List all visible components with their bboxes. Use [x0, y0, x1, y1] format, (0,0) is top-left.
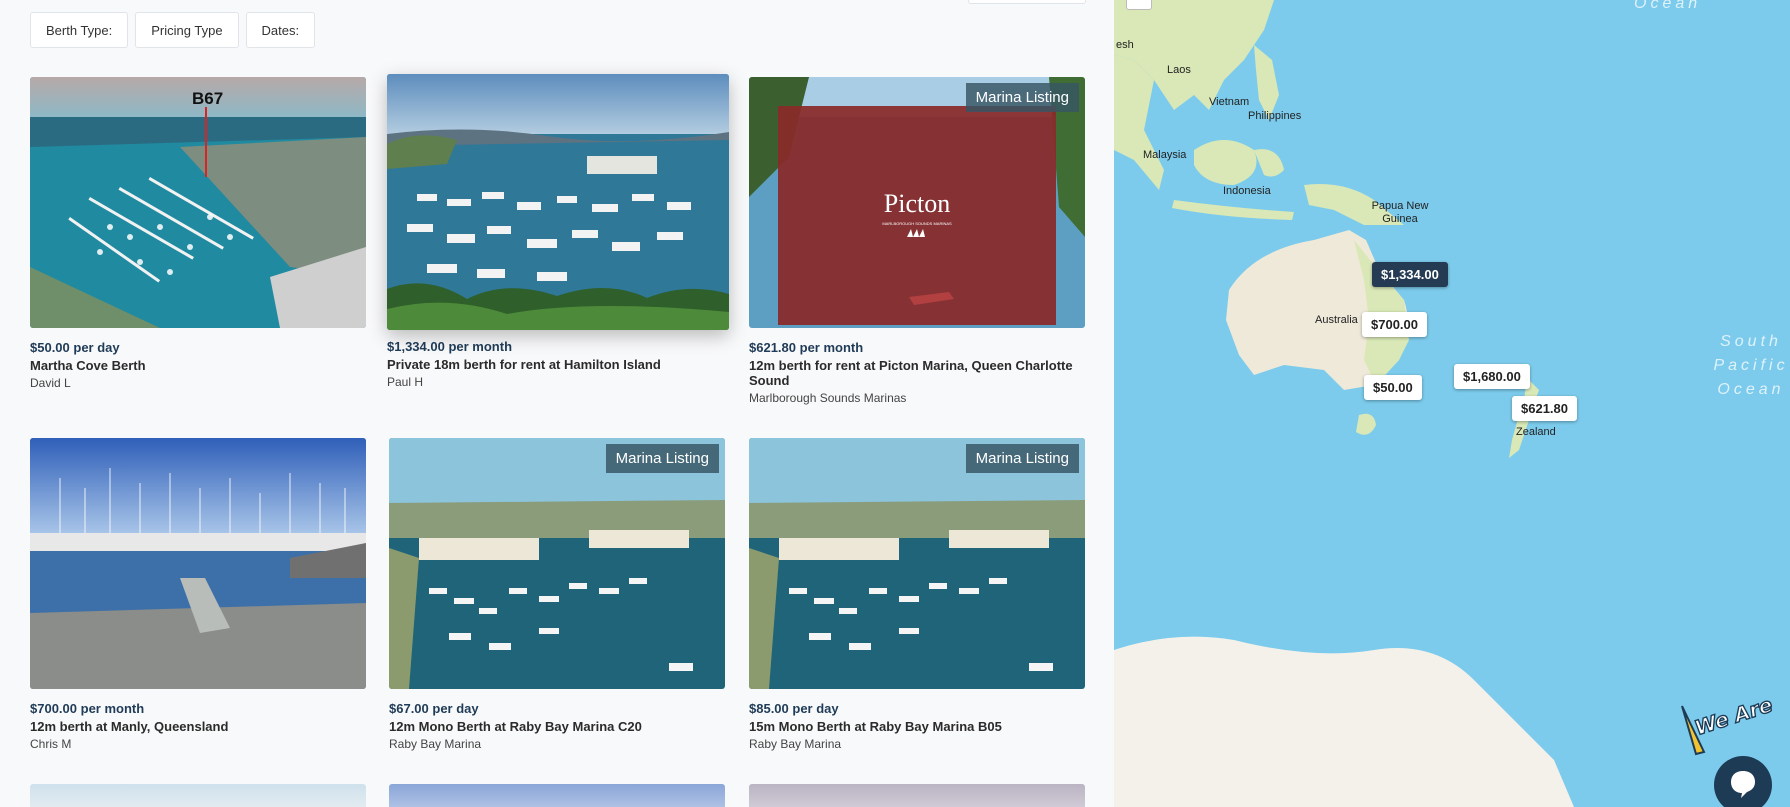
listing-title[interactable]: Martha Cove Berth	[30, 358, 366, 373]
picton-logo-text: Picton	[884, 189, 950, 218]
listing-photo[interactable]: Marina Listing	[389, 438, 725, 689]
hamilton-island-image	[387, 74, 729, 330]
listing-price: $67.00 per day	[389, 701, 479, 716]
listing-owner: Paul H	[387, 375, 424, 389]
listing-title[interactable]: 12m Mono Berth at Raby Bay Marina C20	[389, 719, 725, 734]
we-are-here-badge[interactable]: We Are Here!	[1676, 696, 1776, 768]
map-label-indonesia: Indonesia	[1223, 185, 1271, 197]
chat-button[interactable]	[1714, 756, 1772, 807]
listing-card[interactable]: Marina Listing $67.00 per day 12m Mono B…	[389, 438, 725, 751]
listing-card-partial[interactable]	[389, 784, 725, 807]
marina-aerial-image: B67	[30, 77, 366, 328]
price-pin[interactable]: $1,680.00	[1454, 364, 1530, 389]
listing-card[interactable]: Picton MARLBOROUGH SOUNDS MARINAS Marina…	[749, 77, 1085, 405]
picton-marina-image: Picton MARLBOROUGH SOUNDS MARINAS	[749, 77, 1085, 328]
map-label-papua-new-guinea: Papua New Guinea	[1371, 200, 1429, 225]
listing-card[interactable]: $1,334.00 per month Private 18m berth fo…	[387, 74, 729, 389]
marina-listing-badge: Marina Listing	[605, 444, 719, 473]
listing-photo[interactable]: Picton MARLBOROUGH SOUNDS MARINAS Marina…	[749, 77, 1085, 328]
listing-owner: Marlborough Sounds Marinas	[749, 391, 907, 405]
map-pane[interactable]: esh Laos Vietnam Philippines Malaysia In…	[1114, 0, 1790, 807]
map-label-australia: Australia	[1315, 314, 1358, 326]
svg-text:MARLBOROUGH SOUNDS MARINAS: MARLBOROUGH SOUNDS MARINAS	[882, 221, 952, 226]
listing-card-partial[interactable]	[30, 784, 366, 807]
listing-card[interactable]: Marina Listing $85.00 per day 15m Mono B…	[749, 438, 1085, 751]
manly-marina-image	[30, 438, 366, 689]
listings-pane: Berth Type: Pricing Type Dates: B67 $50.…	[0, 0, 1114, 807]
raby-bay-image	[389, 438, 725, 689]
pricing-type-filter[interactable]: Pricing Type	[135, 12, 239, 48]
listing-price: $700.00 per month	[30, 701, 145, 716]
map-label-bangladesh: esh	[1116, 39, 1134, 51]
map-background	[1114, 0, 1790, 807]
price-pin[interactable]: $50.00	[1364, 375, 1422, 400]
marina-listing-badge: Marina Listing	[965, 444, 1079, 473]
map-label-vietnam: Vietnam	[1209, 96, 1250, 108]
filter-bar: Berth Type: Pricing Type Dates:	[30, 12, 316, 48]
price-pin[interactable]: $700.00	[1362, 312, 1427, 337]
map-zoom-control[interactable]	[1126, 0, 1152, 10]
map-label-ocean: Ocean	[1634, 0, 1702, 12]
we-are-here-text: We Are Here!	[1692, 696, 1776, 740]
berth-type-filter[interactable]: Berth Type:	[30, 12, 129, 48]
map-label-philippines: Philippines	[1248, 110, 1302, 122]
listing-price: $50.00 per day	[30, 340, 120, 355]
listing-owner: Raby Bay Marina	[389, 737, 482, 751]
listing-photo[interactable]: Marina Listing	[749, 438, 1085, 689]
listing-title[interactable]: 12m berth at Manly, Queensland	[30, 719, 366, 734]
listing-card[interactable]: B67 $50.00 per day Martha Cove Berth Dav…	[30, 77, 366, 390]
listing-price: $1,334.00 per month	[387, 339, 513, 354]
listing-owner: Chris M	[30, 737, 72, 751]
listing-owner: Raby Bay Marina	[749, 737, 842, 751]
app-root: Berth Type: Pricing Type Dates: B67 $50.…	[0, 0, 1790, 807]
map-label-malaysia: Malaysia	[1143, 149, 1187, 161]
listing-title[interactable]: 15m Mono Berth at Raby Bay Marina B05	[749, 719, 1085, 734]
listing-card-partial[interactable]	[749, 784, 1085, 807]
photo-caption: B67	[192, 89, 223, 108]
sort-dropdown[interactable]	[968, 0, 1086, 4]
listing-title[interactable]: Private 18m berth for rent at Hamilton I…	[387, 357, 729, 372]
price-pin[interactable]: $621.80	[1512, 396, 1577, 421]
map-label-new-zealand: Zealand	[1516, 426, 1556, 438]
price-pin-active[interactable]: $1,334.00	[1372, 262, 1448, 287]
listing-photo[interactable]: B67	[30, 77, 366, 328]
map-label-laos: Laos	[1167, 64, 1191, 76]
listing-card[interactable]: $700.00 per month 12m berth at Manly, Qu…	[30, 438, 366, 751]
listing-photo[interactable]	[387, 74, 729, 330]
marina-listing-badge: Marina Listing	[965, 83, 1079, 112]
listing-price: $621.80 per month	[749, 340, 864, 355]
raby-bay-image	[749, 438, 1085, 689]
dates-filter[interactable]: Dates:	[245, 12, 316, 48]
listing-photo[interactable]	[30, 438, 366, 689]
listing-price: $85.00 per day	[749, 701, 839, 716]
listing-title[interactable]: 12m berth for rent at Picton Marina, Que…	[749, 358, 1085, 388]
map-label-south-pacific: South Pacific Ocean	[1713, 333, 1789, 398]
chat-bubble-icon	[1731, 771, 1755, 798]
listing-owner: David L	[30, 376, 71, 390]
